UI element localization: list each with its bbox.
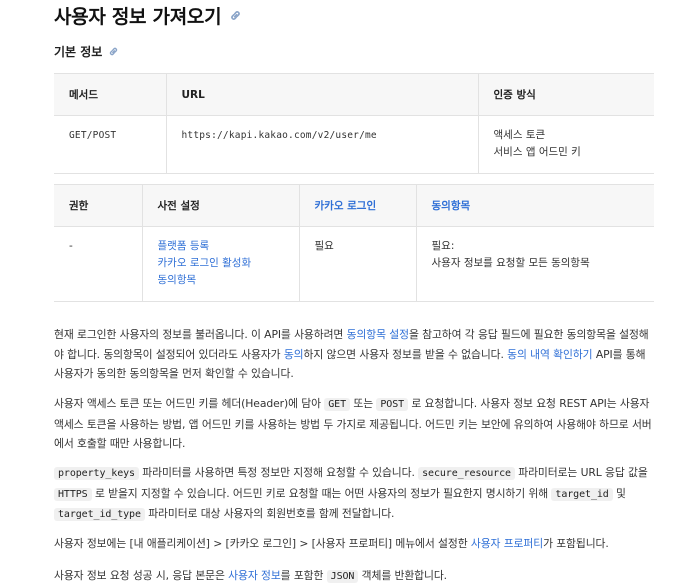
kakao-login-activate-link[interactable]: 카카오 로그인 활성화 xyxy=(158,257,252,269)
description-paragraph-1: 현재 로그인한 사용자의 정보를 불러옵니다. 이 API를 사용하려면 동의항… xyxy=(54,325,654,384)
text: 가 포함됩니다. xyxy=(543,537,609,550)
page-title-row: 사용자 정보 가져오기 xyxy=(54,2,242,29)
code-property-keys: property_keys xyxy=(54,467,139,480)
text: 를 포함한 xyxy=(280,569,327,582)
auth-value: 액세스 토큰 서비스 앱 어드민 키 xyxy=(477,115,654,174)
header-method: 메서드 xyxy=(54,73,166,116)
presetting-list: 플랫폼 등록 카카오 로그인 활성화 동의항목 xyxy=(141,226,299,302)
text: 사용자 정보에는 [내 애플리케이션] > [카카오 로그인] > [사용자 프… xyxy=(54,537,471,550)
consent-items-link[interactable]: 동의항목 xyxy=(158,274,197,286)
link-icon[interactable] xyxy=(108,46,119,57)
consent-setting-link[interactable]: 동의항목 설정 xyxy=(347,328,409,341)
platform-register-link[interactable]: 플랫폼 등록 xyxy=(158,240,210,252)
section-title: 기본 정보 xyxy=(54,45,103,59)
api-requirements-table: 권한 사전 설정 카카오 로그인 동의항목 - 플랫폼 등록 카카오 로그인 활… xyxy=(54,184,654,302)
text: 현재 로그인한 사용자의 정보를 불러옵니다. 이 API를 사용하려면 xyxy=(54,328,347,341)
header-consent-link[interactable]: 동의항목 xyxy=(415,184,654,227)
text: 로 받을지 지정할 수 있습니다. 어드민 키로 요청할 때는 어떤 사용자의 … xyxy=(91,486,552,500)
header-permission: 권한 xyxy=(54,184,142,227)
auth-admin-key: 서비스 앱 어드민 키 xyxy=(493,146,581,158)
section-title-row: 기본 정보 xyxy=(54,43,119,60)
consent-link[interactable]: 동의 xyxy=(284,348,304,361)
check-consent-history-link[interactable]: 동의 내역 확인하기 xyxy=(507,348,592,361)
text: 사용자 액세스 토큰 또는 어드민 키를 헤더(Header)에 담아 xyxy=(54,397,325,410)
text: 및 xyxy=(612,486,626,500)
text: 객체를 반환합니다. xyxy=(358,569,448,582)
code-target-id-type: target_id_type xyxy=(54,508,145,521)
description-paragraph-2: 사용자 액세스 토큰 또는 어드민 키를 헤더(Header)에 담아 GET … xyxy=(54,394,654,454)
table-header-row: 메서드 URL 인증 방식 xyxy=(54,73,654,116)
text: 파라미터를 사용하면 특정 정보만 지정해 요청할 수 있습니다. xyxy=(138,466,419,479)
code-get: GET xyxy=(324,398,351,411)
auth-access-token: 액세스 토큰 xyxy=(493,129,546,141)
code-post: POST xyxy=(376,398,409,411)
consent-description: 사용자 정보를 요청할 모든 동의항목 xyxy=(431,257,590,269)
code-json: JSON xyxy=(326,570,359,583)
header-auth: 인증 방식 xyxy=(477,73,654,116)
kakao-login-link[interactable]: 카카오 로그인 xyxy=(315,200,377,212)
description-paragraph-5: 사용자 정보 요청 성공 시, 응답 본문은 사용자 정보를 포함한 JSON … xyxy=(54,566,654,586)
code-secure-resource: secure_resource xyxy=(418,467,515,480)
text: 사용자 정보 요청 성공 시, 응답 본문은 xyxy=(54,569,229,582)
consent-required: 필요: xyxy=(431,240,455,252)
table-row: GET/POST https://kapi.kakao.com/v2/user/… xyxy=(54,115,654,174)
header-url: URL xyxy=(165,73,478,116)
user-property-link[interactable]: 사용자 프로퍼티 xyxy=(471,537,543,550)
text: 파라미터로 대상 사용자의 회원번호를 함께 전달합니다. xyxy=(144,507,395,520)
kakao-login-value: 필요 xyxy=(298,226,416,302)
code-target-id: target_id xyxy=(551,487,613,501)
api-info-table: 메서드 URL 인증 방식 GET/POST https://kapi.kaka… xyxy=(54,73,654,174)
code-https: HTTPS xyxy=(54,487,92,501)
table-row: - 플랫폼 등록 카카오 로그인 활성화 동의항목 필요 필요: 사용자 정보를… xyxy=(54,226,654,302)
text: 파라미터로는 URL 응답 값을 xyxy=(514,466,648,479)
header-kakao-login-link[interactable]: 카카오 로그인 xyxy=(298,184,416,227)
header-presetting: 사전 설정 xyxy=(141,184,299,227)
consent-link[interactable]: 동의항목 xyxy=(432,200,471,212)
description-paragraph-3: property_keys 파라미터를 사용하면 특정 정보만 지정해 요청할 … xyxy=(54,463,654,525)
url-value: https://kapi.kakao.com/v2/user/me xyxy=(165,115,478,174)
description-paragraph-4: 사용자 정보에는 [내 애플리케이션] > [카카오 로그인] > [사용자 프… xyxy=(54,534,654,554)
permission-value: - xyxy=(54,226,142,302)
user-info-link[interactable]: 사용자 정보 xyxy=(228,569,281,582)
consent-value: 필요: 사용자 정보를 요청할 모든 동의항목 xyxy=(415,226,654,302)
link-icon[interactable] xyxy=(229,9,242,22)
table-header-row: 권한 사전 설정 카카오 로그인 동의항목 xyxy=(54,184,654,227)
text: 또는 xyxy=(350,397,377,410)
text: 하지 않으면 사용자 정보를 받을 수 없습니다. xyxy=(303,347,508,361)
method-value: GET/POST xyxy=(54,115,166,174)
page-title: 사용자 정보 가져오기 xyxy=(54,6,222,28)
